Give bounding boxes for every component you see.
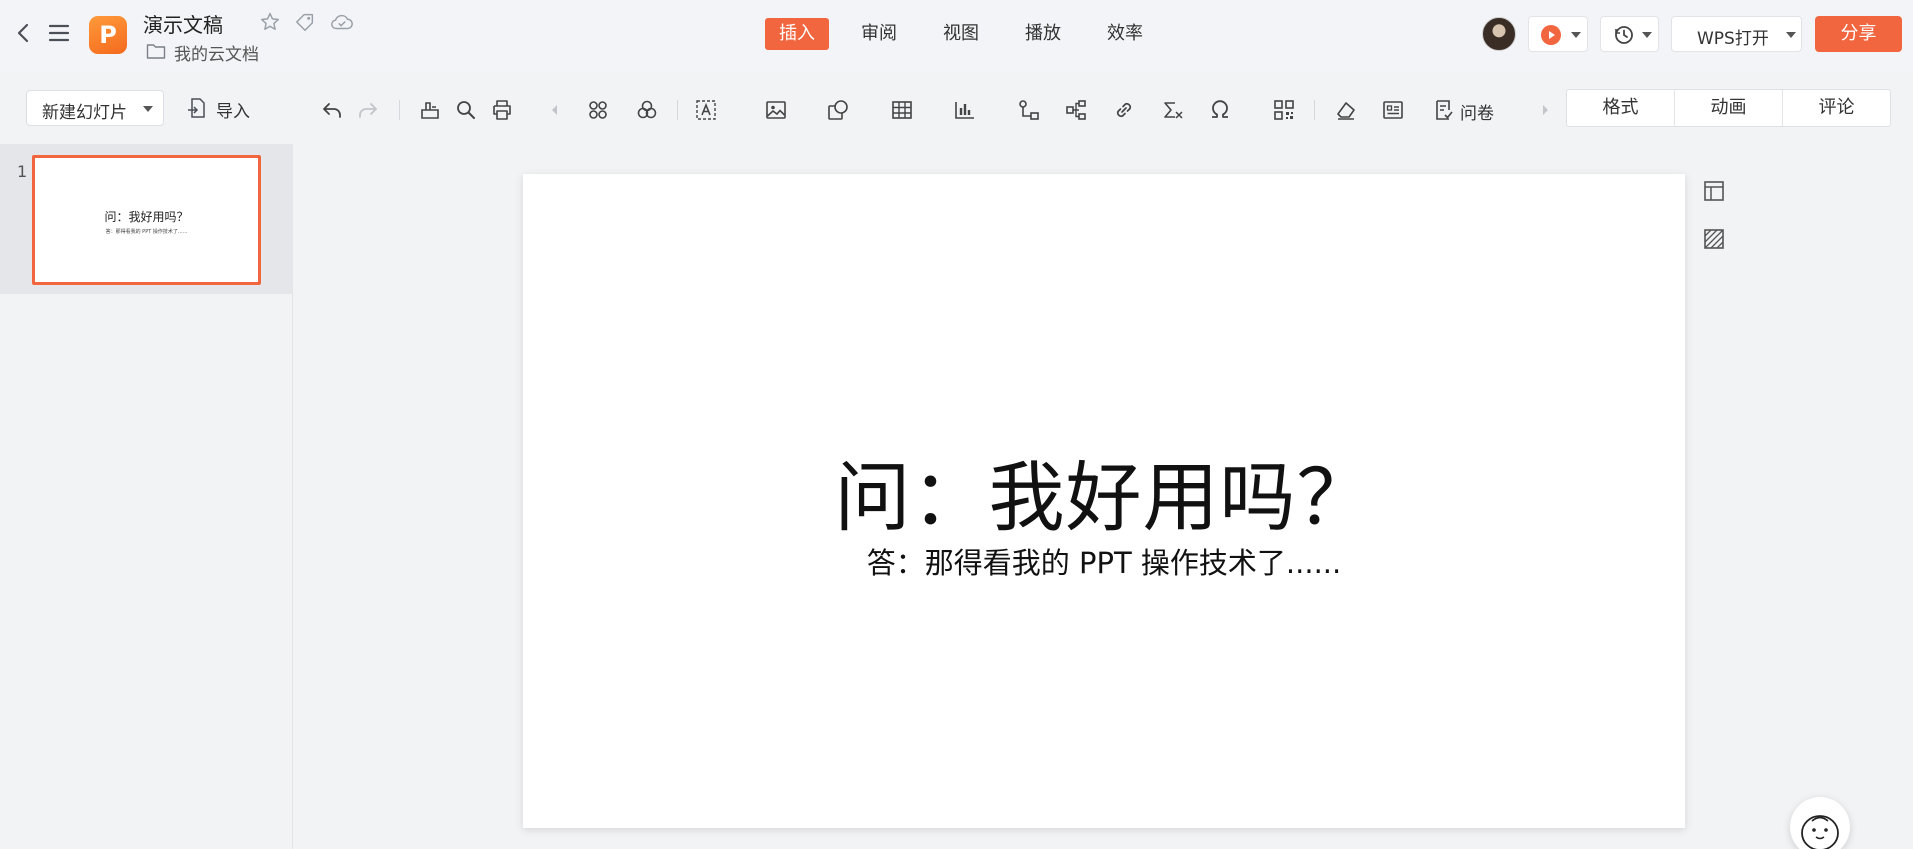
document-title[interactable]: 演示文稿 xyxy=(143,9,223,38)
tab-view[interactable]: 视图 xyxy=(929,18,993,50)
assistant-mascot-icon[interactable] xyxy=(1790,797,1850,849)
background-icon[interactable] xyxy=(1703,228,1725,250)
tab-review[interactable]: 审阅 xyxy=(847,18,911,50)
search-icon[interactable] xyxy=(454,98,478,122)
import-button[interactable]: 导入 xyxy=(186,90,266,126)
history-icon xyxy=(1613,24,1635,46)
slide-subtitle[interactable]: 答：那得看我的 PPT 操作技术了...... xyxy=(523,540,1685,582)
document-location[interactable]: 我的云文档 xyxy=(174,40,259,65)
play-button[interactable] xyxy=(1528,16,1588,52)
back-icon[interactable] xyxy=(14,22,32,44)
tab-animation[interactable]: 动画 xyxy=(1675,90,1783,126)
slide-thumbnail-panel: 1 问：我好用吗？ 答：那得看我的 PPT 操作技术了...... xyxy=(0,144,293,849)
flowchart-icon[interactable] xyxy=(1017,98,1041,122)
image-icon[interactable] xyxy=(764,98,788,122)
survey-label[interactable]: 问卷 xyxy=(1460,99,1494,124)
toolbar-divider xyxy=(677,100,678,120)
thumbnail-title: 问：我好用吗？ xyxy=(104,210,189,224)
import-label: 导入 xyxy=(216,102,250,122)
formula-icon[interactable] xyxy=(1161,98,1185,122)
slide[interactable]: 问：我好用吗？ 答：那得看我的 PPT 操作技术了...... xyxy=(523,174,1685,828)
clear-icon[interactable] xyxy=(1334,98,1358,122)
smartart-icon[interactable] xyxy=(586,98,610,122)
main-tabs: 插入 审阅 视图 播放 效率 xyxy=(765,18,1157,50)
mindmap-icon[interactable] xyxy=(1064,98,1088,122)
tag-icon[interactable] xyxy=(294,11,316,33)
shape-icon[interactable] xyxy=(826,98,850,122)
share-button[interactable]: 分享 xyxy=(1815,16,1902,52)
slide-title[interactable]: 问：我好用吗？ xyxy=(523,436,1685,546)
tab-play[interactable]: 播放 xyxy=(1011,18,1075,50)
shapes-merge-icon[interactable] xyxy=(635,98,659,122)
chevron-down-icon[interactable] xyxy=(143,106,153,112)
toolbar: 新建幻灯片 导入 问卷 格式 动画 评论 xyxy=(0,72,1913,185)
slide-number: 1 xyxy=(17,162,28,181)
history-button[interactable] xyxy=(1600,16,1659,52)
layout-icon[interactable] xyxy=(1703,180,1725,202)
avatar[interactable] xyxy=(1482,17,1516,51)
title-bar: P 演示文稿 我的云文档 插入 审阅 视图 播放 效率 WPS打开 分享 xyxy=(0,0,1913,72)
open-with-wps-button[interactable]: WPS打开 xyxy=(1671,16,1802,52)
link-icon[interactable] xyxy=(1112,98,1136,122)
chart-icon[interactable] xyxy=(953,98,977,122)
new-slide-label: 新建幻灯片 xyxy=(42,103,127,123)
side-panel-tabs: 格式 动画 评论 xyxy=(1566,89,1891,127)
tab-comment[interactable]: 评论 xyxy=(1783,90,1890,126)
app-logo[interactable]: P xyxy=(89,16,127,54)
import-icon xyxy=(186,97,208,119)
textbox-icon[interactable] xyxy=(694,98,718,122)
slide-thumbnail[interactable]: 问：我好用吗？ 答：那得看我的 PPT 操作技术了...... xyxy=(32,155,261,285)
play-icon xyxy=(1541,25,1561,45)
toolbar-divider xyxy=(399,100,400,120)
cloud-synced-icon xyxy=(330,11,354,33)
chevron-down-icon[interactable] xyxy=(1642,32,1652,38)
symbol-icon[interactable] xyxy=(1208,98,1232,122)
table-icon[interactable] xyxy=(890,98,914,122)
survey-icon[interactable] xyxy=(1432,98,1456,122)
menu-icon[interactable] xyxy=(48,23,70,43)
chevron-down-icon[interactable] xyxy=(1786,32,1796,38)
tab-insert[interactable]: 插入 xyxy=(765,18,829,50)
undo-icon[interactable] xyxy=(320,98,344,122)
star-icon[interactable] xyxy=(259,11,281,33)
slide-canvas: 问：我好用吗？ 答：那得看我的 PPT 操作技术了...... xyxy=(294,144,1913,849)
thumbnail-subtitle: 答：那得看我的 PPT 操作技术了...... xyxy=(105,229,188,235)
tab-format[interactable]: 格式 xyxy=(1567,90,1675,126)
print-icon[interactable] xyxy=(490,98,514,122)
scroll-right-icon[interactable] xyxy=(1533,98,1557,122)
format-painter-icon[interactable] xyxy=(418,98,442,122)
scroll-left-icon[interactable] xyxy=(543,98,567,122)
tab-efficiency[interactable]: 效率 xyxy=(1093,18,1157,50)
form-icon[interactable] xyxy=(1381,98,1405,122)
redo-icon[interactable] xyxy=(356,98,380,122)
toolbar-divider xyxy=(1314,100,1315,120)
chevron-down-icon[interactable] xyxy=(1571,32,1581,38)
new-slide-button[interactable]: 新建幻灯片 xyxy=(26,90,164,126)
folder-icon xyxy=(146,42,166,60)
slide-thumbnail-row[interactable]: 1 问：我好用吗？ 答：那得看我的 PPT 操作技术了...... xyxy=(0,144,293,294)
qrcode-icon[interactable] xyxy=(1272,98,1296,122)
open-with-wps-label: WPS打开 xyxy=(1697,29,1769,49)
